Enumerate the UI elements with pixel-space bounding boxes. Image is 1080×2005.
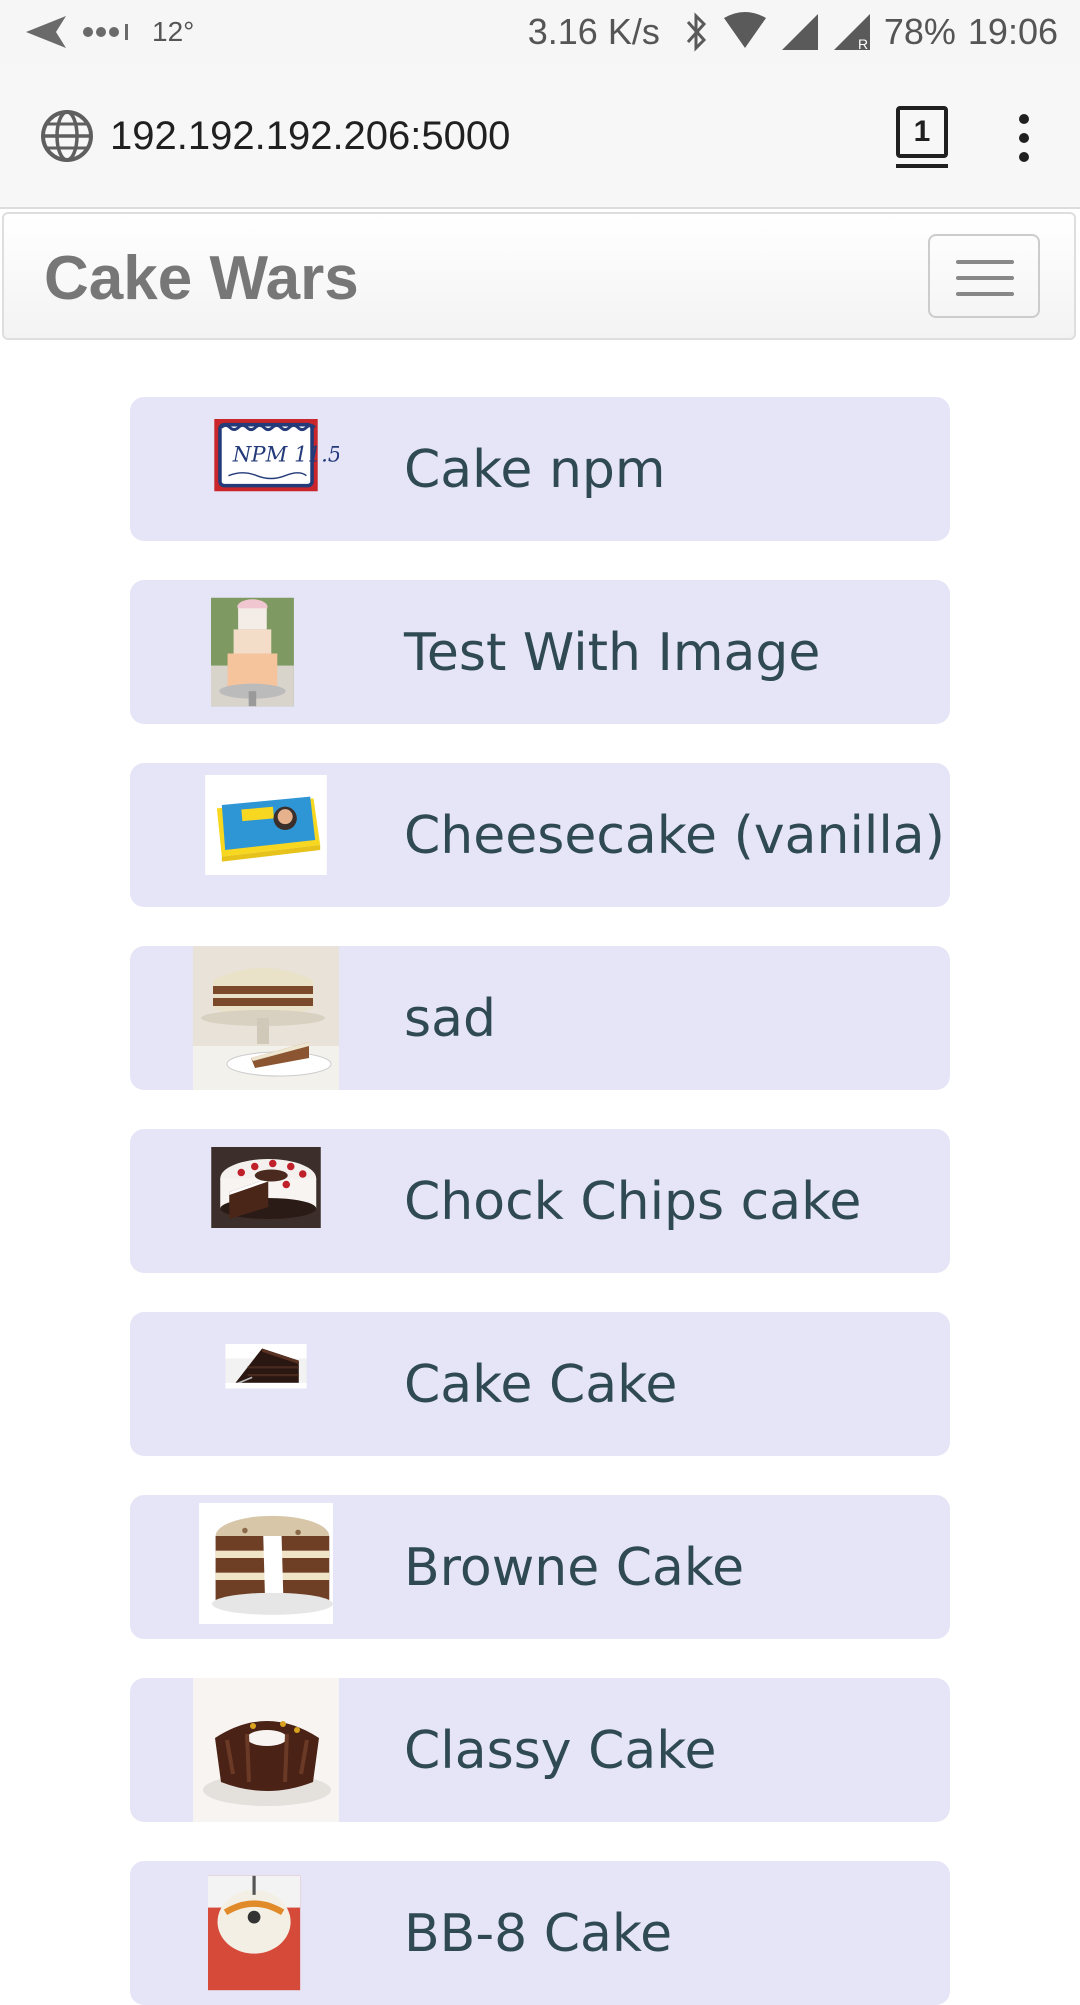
cake-thumbnail (211, 597, 294, 707)
cake-list-item[interactable]: Chock Chips cake (130, 1129, 950, 1273)
cake-thumbnail (205, 775, 327, 875)
cake-list-item[interactable]: sad (130, 946, 950, 1090)
cake-list-item[interactable]: BB-8 Cake (130, 1861, 950, 2005)
cake-thumbnail: NPM 11.5 (214, 419, 339, 492)
cake-list-item[interactable]: Cake Cake (130, 1312, 950, 1456)
cake-thumbnail (193, 946, 339, 1090)
cake-name: Chock Chips cake (404, 1172, 862, 1232)
cake-list-item[interactable]: Classy Cake (130, 1678, 950, 1822)
cake-list-item[interactable]: NPM 11.5 Cake npm (130, 397, 950, 541)
cake-list-item[interactable]: Test With Image (130, 580, 950, 724)
cake-name: Classy Cake (404, 1721, 717, 1781)
cake-name: Test With Image (404, 623, 821, 683)
cake-thumbnail (225, 1344, 307, 1389)
svg-text:NPM 11.5: NPM 11.5 (232, 443, 339, 468)
cake-name: Cheesecake (vanilla) (404, 806, 945, 866)
cake-thumbnail (211, 1147, 321, 1228)
cake-name: Browne Cake (404, 1538, 745, 1598)
cake-name: BB-8 Cake (404, 1904, 673, 1964)
cake-thumbnail (193, 1678, 339, 1822)
cake-name: sad (404, 989, 496, 1049)
cake-list: NPM 11.5 Cake npm Test With Image Cheese… (0, 0, 1080, 2005)
cake-list-item[interactable]: Browne Cake (130, 1495, 950, 1639)
cake-thumbnail (208, 1875, 301, 1991)
cake-name: Cake Cake (404, 1355, 678, 1415)
cake-name: Cake npm (404, 440, 666, 500)
cake-thumbnail (199, 1503, 333, 1624)
cake-list-item[interactable]: Cheesecake (vanilla) (130, 763, 950, 907)
